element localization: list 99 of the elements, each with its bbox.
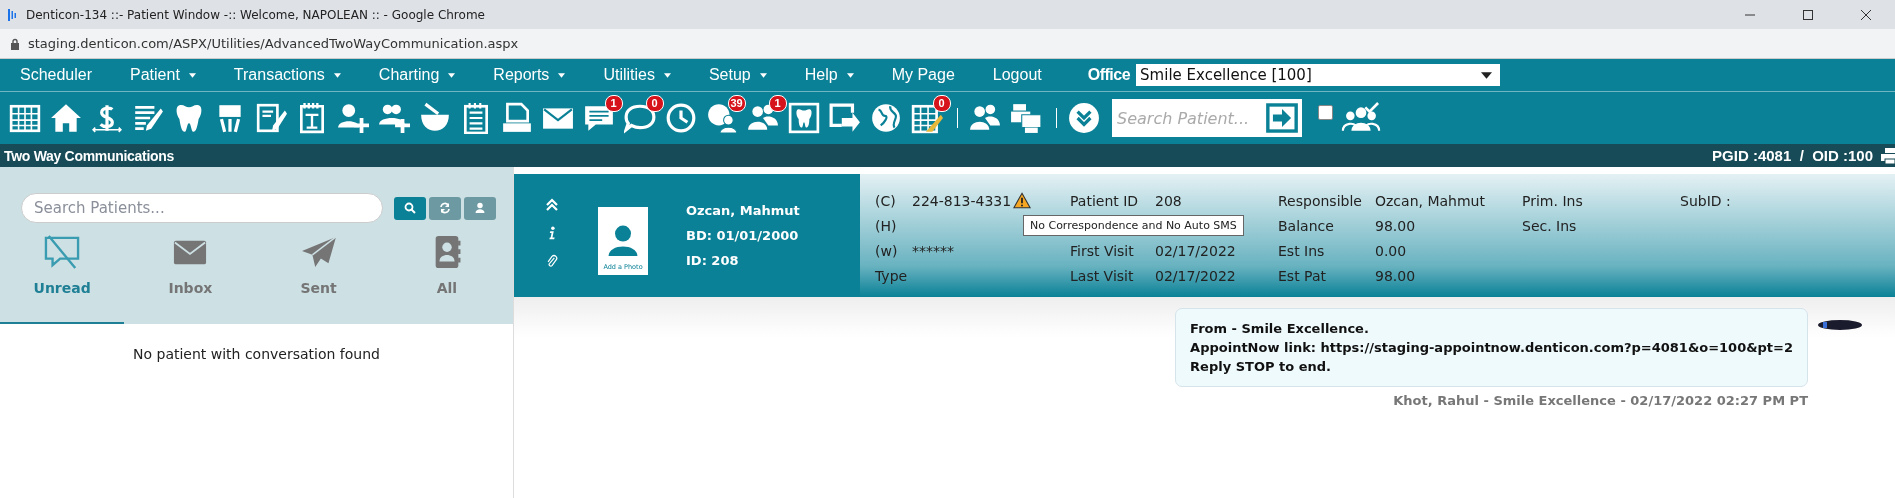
message-tab[interactable]: Sent (256, 233, 381, 324)
caret-icon (1481, 71, 1493, 79)
field-value: ****** (912, 242, 954, 259)
menu-item[interactable]: Scheduler (20, 66, 93, 84)
caret-icon (558, 72, 566, 78)
field-value: 98.00 (1375, 217, 1416, 234)
refresh-button[interactable] (429, 196, 461, 220)
window-title: Denticon-134 ::- Patient Window -:: Welcome, NAPOLEAN :: - Google Chrome (26, 7, 485, 22)
search-button[interactable] (394, 196, 426, 220)
message-slash-icon (43, 235, 82, 269)
field-label: Prim. Ins (1522, 192, 1583, 209)
arrow-right-icon[interactable] (1262, 99, 1302, 137)
notification-badge: 39 (727, 95, 746, 112)
patient-search-field[interactable]: Search Patient... (1112, 99, 1262, 137)
message-tab[interactable]: Unread (0, 233, 125, 324)
menu-item[interactable]: Transactions (233, 66, 341, 84)
maximize-icon[interactable] (1802, 8, 1814, 21)
menu-item[interactable]: My Page (891, 66, 955, 84)
field-label: Last Visit (1070, 267, 1135, 284)
group-check-icon[interactable] (1341, 102, 1381, 134)
notification-badge: 0 (645, 95, 664, 112)
empty-message: No patient with conversation found (132, 346, 381, 362)
field-label: (w) (875, 242, 899, 259)
lock-icon (10, 37, 20, 50)
office-label: Office (1087, 66, 1131, 84)
field-value: 208 (1155, 192, 1182, 209)
menu-item[interactable]: Reports (493, 66, 566, 84)
field-label: Sec. Ins (1522, 217, 1577, 234)
menu-item[interactable]: Setup (708, 66, 767, 84)
field-value: Ozcan, Mahmut (1375, 192, 1485, 209)
person-icon (474, 202, 486, 214)
field-label: (C) (875, 192, 897, 209)
exit-icon[interactable] (828, 102, 861, 134)
message-tab[interactable]: All (384, 233, 509, 324)
message-line: AppointNow link: https://staging-appointnow.denticon.com?p=4081&o=100&pt=2 (1190, 340, 1793, 355)
field-label: Est Ins (1278, 242, 1326, 259)
caret-icon (333, 72, 341, 78)
menu-item[interactable]: Logout (992, 66, 1042, 84)
chevrons-up-icon[interactable] (545, 197, 559, 212)
field-label: Responsible (1278, 192, 1363, 209)
field-value: 02/17/2022 (1155, 267, 1236, 284)
field-label: (H) (875, 217, 898, 234)
globe-icon[interactable] (869, 102, 902, 134)
caret-icon (188, 72, 196, 78)
clock-icon[interactable] (664, 102, 697, 134)
chevrons-down-icon[interactable] (1067, 102, 1100, 134)
field-value: 98.00 (1375, 267, 1416, 284)
patient-id: ID: 208 (686, 253, 740, 268)
document-pencil-icon[interactable] (254, 102, 287, 134)
address-url[interactable]: staging.denticon.com/ASPX/Utilities/AdvancedTwoWayCommunication.aspx (28, 36, 519, 51)
field-label: First Visit (1070, 242, 1135, 259)
contact-button[interactable] (464, 196, 496, 220)
scanner-icon[interactable] (500, 102, 533, 134)
notification-badge: 1 (768, 95, 787, 112)
menu-item[interactable]: Patient (130, 66, 196, 84)
field-label: Est Pat (1278, 267, 1327, 284)
birth-date: BD: 01/01/2000 (686, 228, 800, 243)
message-line: From - Smile Excellence. (1190, 321, 1370, 336)
dollar-icon[interactable] (90, 102, 123, 134)
menu-item[interactable]: Help (804, 66, 854, 84)
message-line: Reply STOP to end. (1190, 359, 1332, 374)
field-label: Balance (1278, 217, 1335, 234)
field-value: 02/17/2022 (1155, 242, 1236, 259)
checkbox[interactable] (1318, 104, 1333, 120)
add-people-icon[interactable] (377, 102, 410, 134)
field-label: SubID : (1680, 192, 1731, 209)
notification-badge: 1 (604, 95, 623, 112)
tooltip: No Correspondence and No Auto SMS (1023, 215, 1244, 236)
caret-icon (759, 72, 767, 78)
calendar-icon[interactable] (8, 102, 41, 134)
field-value: 0.00 (1375, 242, 1407, 259)
menu-item[interactable]: Utilities (603, 66, 671, 84)
caret-icon (846, 72, 854, 78)
search-icon (404, 202, 416, 214)
message-meta: Khot, Rahul - Smile Excellence - 02/17/2022 02:27 PM PT (1393, 393, 1808, 408)
patient-name: Ozcan, Mahmut (686, 203, 800, 218)
add-person-icon[interactable] (336, 102, 369, 134)
logo-icon (1818, 320, 1862, 330)
notification-badge: 0 (932, 95, 951, 112)
page-title: Two Way Communications (4, 147, 175, 164)
close-icon[interactable] (1860, 8, 1872, 21)
caret-icon (448, 72, 456, 78)
office-dropdown[interactable]: Smile Excellence [100] (1136, 64, 1501, 86)
message-tab[interactable]: Inbox (128, 233, 253, 324)
patient-search-field[interactable]: Search Patients... (21, 193, 383, 223)
refresh-icon (439, 202, 451, 214)
caret-icon (663, 72, 671, 78)
office-ids: PGID :4081 / OID :100 (1712, 147, 1873, 164)
person-icon (607, 223, 639, 256)
field-label: Patient ID (1070, 192, 1140, 209)
home-icon[interactable] (49, 102, 82, 134)
browser-logo-icon (8, 7, 18, 22)
field-label: Type (875, 267, 909, 284)
menu-item[interactable]: Charting (378, 66, 456, 84)
field-value: 224-813-4331 (912, 192, 1012, 209)
mortar-icon[interactable] (418, 102, 451, 134)
framed-tooth-icon[interactable] (787, 102, 820, 134)
warning-icon[interactable] (1013, 192, 1032, 209)
paperclip-icon[interactable] (545, 253, 559, 268)
